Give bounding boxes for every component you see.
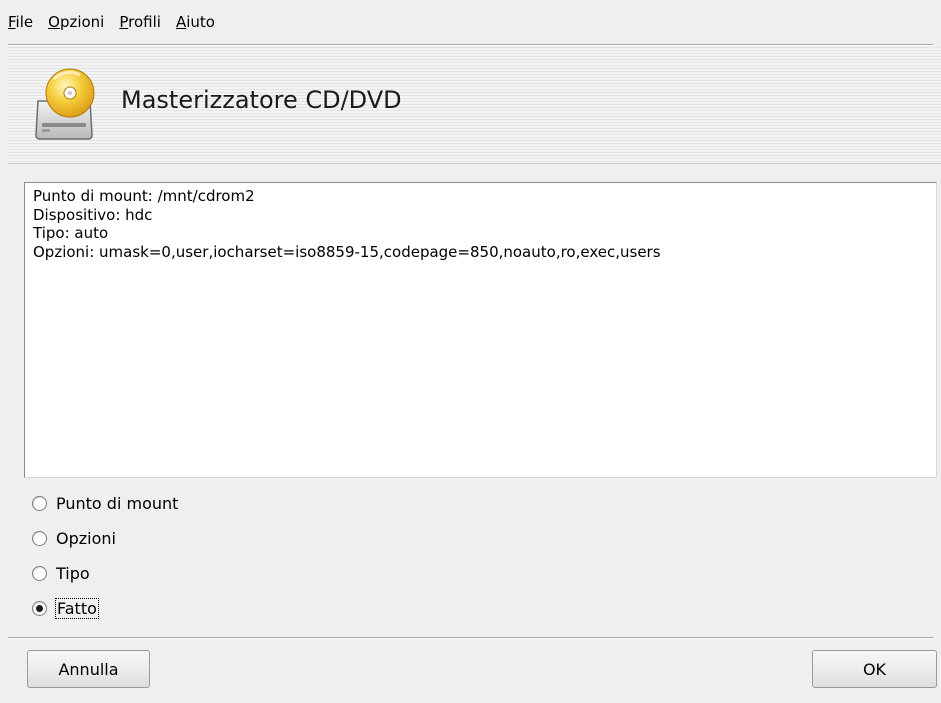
page-title: Masterizzatore CD/DVD xyxy=(121,86,402,114)
radio-button-mount-point[interactable] xyxy=(32,496,47,511)
app-window: File Opzioni Profili Aiuto Masterizzator… xyxy=(0,0,941,703)
button-area-separator xyxy=(8,637,933,639)
cd-burner-drive-icon xyxy=(28,65,100,143)
radio-label-mount-point: Punto di mount xyxy=(56,494,179,513)
menu-aiuto[interactable]: Aiuto xyxy=(176,13,215,31)
radio-button-type[interactable] xyxy=(32,566,47,581)
radio-option-done[interactable]: Fatto xyxy=(32,591,432,626)
cancel-button[interactable]: Annulla xyxy=(27,650,150,688)
info-line-options: Opzioni: umask=0,user,iocharset=iso8859-… xyxy=(33,242,661,261)
header-banner: Masterizzatore CD/DVD xyxy=(8,47,941,164)
menu-profili-accel: P xyxy=(119,13,129,31)
menu-file[interactable]: File xyxy=(8,13,33,31)
mount-info-textarea[interactable]: Punto di mount: /mnt/cdrom2 Dispositivo:… xyxy=(24,182,937,478)
ok-button[interactable]: OK xyxy=(812,650,937,688)
menu-aiuto-label: iuto xyxy=(186,13,215,31)
menu-bar: File Opzioni Profili Aiuto xyxy=(0,0,941,44)
radio-label-options: Opzioni xyxy=(56,529,116,548)
menu-opzioni-accel: O xyxy=(48,13,60,31)
info-line-mount-point: Punto di mount: /mnt/cdrom2 xyxy=(33,187,255,205)
info-line-device: Dispositivo: hdc xyxy=(33,205,153,224)
menu-file-label: ile xyxy=(15,13,34,31)
radio-option-options[interactable]: Opzioni xyxy=(32,521,432,556)
menu-opzioni-label: pzioni xyxy=(59,13,105,31)
radio-button-options[interactable] xyxy=(32,531,47,546)
info-line-type: Tipo: auto xyxy=(33,224,109,242)
menu-separator xyxy=(8,44,933,46)
radio-option-type[interactable]: Tipo xyxy=(32,556,432,591)
menu-profili[interactable]: Profili xyxy=(119,13,161,31)
radio-label-type: Tipo xyxy=(56,564,90,583)
action-radio-group: Punto di mount Opzioni Tipo Fatto xyxy=(32,486,432,626)
radio-label-done: Fatto xyxy=(55,598,99,619)
radio-button-done[interactable] xyxy=(32,601,47,616)
menu-profili-label: rofili xyxy=(128,13,161,31)
radio-option-mount-point[interactable]: Punto di mount xyxy=(32,486,432,521)
menu-opzioni[interactable]: Opzioni xyxy=(48,13,104,31)
menu-file-accel: F xyxy=(8,13,16,31)
menu-aiuto-accel: A xyxy=(175,13,187,31)
